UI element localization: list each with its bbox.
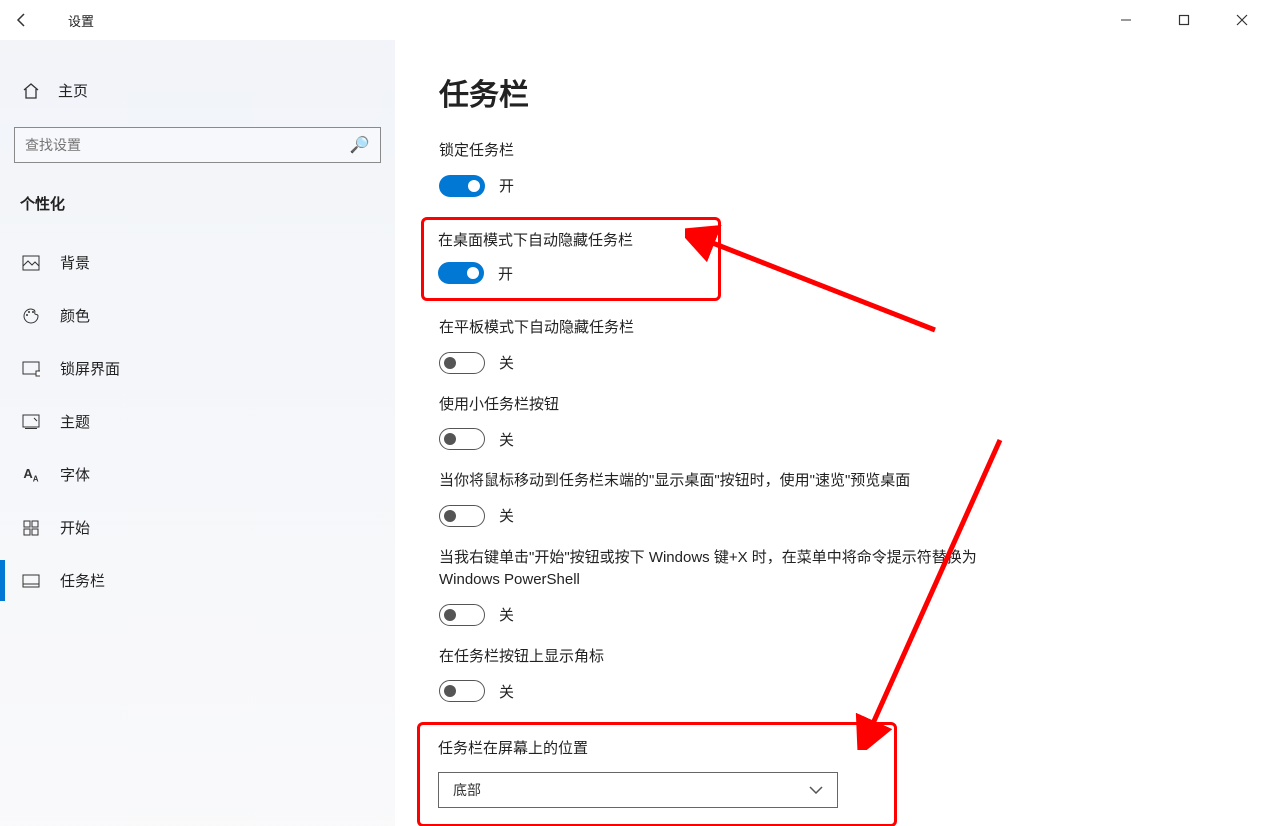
highlight-autohide: 在桌面模式下自动隐藏任务栏 开 <box>421 217 721 302</box>
setting-label: 在平板模式下自动隐藏任务栏 <box>439 317 999 340</box>
select-value: 底部 <box>453 780 481 800</box>
palette-icon <box>22 307 40 325</box>
sidebar-item-label: 开始 <box>60 517 90 538</box>
setting-label: 在任务栏按钮上显示角标 <box>439 646 999 669</box>
sidebar: 主页 🔍 个性化 背景 颜色 锁屏界面 主题 <box>0 40 395 826</box>
minimize-button[interactable] <box>1097 0 1155 40</box>
chevron-down-icon <box>809 786 823 794</box>
back-button[interactable] <box>12 10 32 30</box>
setting-autohide-tablet: 在平板模式下自动隐藏任务栏 关 <box>439 317 1227 374</box>
toggle-badges[interactable] <box>439 680 485 702</box>
sidebar-item-lockscreen[interactable]: 锁屏界面 <box>14 342 381 395</box>
home-link[interactable]: 主页 <box>14 40 381 121</box>
sidebar-item-colors[interactable]: 颜色 <box>14 289 381 342</box>
sidebar-item-background[interactable]: 背景 <box>14 236 381 289</box>
toggle-state: 关 <box>499 352 514 373</box>
toggle-powershell[interactable] <box>439 604 485 626</box>
setting-label: 在桌面模式下自动隐藏任务栏 <box>438 230 704 253</box>
taskbar-icon <box>22 574 40 588</box>
search-input[interactable] <box>25 137 350 153</box>
setting-small-buttons: 使用小任务栏按钮 关 <box>439 394 1227 451</box>
toggle-state: 关 <box>499 429 514 450</box>
sidebar-item-label: 主题 <box>60 411 90 432</box>
sidebar-item-label: 字体 <box>60 464 90 485</box>
maximize-button[interactable] <box>1155 0 1213 40</box>
toggle-small-buttons[interactable] <box>439 428 485 450</box>
taskbar-position-select[interactable]: 底部 <box>438 772 838 808</box>
lockscreen-icon <box>22 361 40 377</box>
toggle-state: 开 <box>498 263 513 284</box>
setting-powershell: 当我右键单击"开始"按钮或按下 Windows 键+X 时，在菜单中将命令提示符… <box>439 547 1227 626</box>
toggle-state: 关 <box>499 505 514 526</box>
setting-label: 当你将鼠标移动到任务栏末端的"显示桌面"按钮时，使用"速览"预览桌面 <box>439 470 999 493</box>
toggle-peek[interactable] <box>439 505 485 527</box>
sidebar-item-themes[interactable]: 主题 <box>14 395 381 448</box>
start-icon <box>22 520 40 536</box>
home-icon <box>22 82 40 100</box>
sidebar-item-label: 颜色 <box>60 305 90 326</box>
section-heading: 任务栏在屏幕上的位置 <box>438 737 876 758</box>
setting-label: 当我右键单击"开始"按钮或按下 Windows 键+X 时，在菜单中将命令提示符… <box>439 547 999 592</box>
sidebar-item-taskbar[interactable]: 任务栏 <box>14 554 381 607</box>
nav-list: 背景 颜色 锁屏界面 主题 AA 字体 开始 <box>14 236 381 607</box>
toggle-autohide-desktop[interactable] <box>438 262 484 284</box>
setting-label: 使用小任务栏按钮 <box>439 394 999 417</box>
page-title: 任务栏 <box>439 70 1227 114</box>
theme-icon <box>22 414 40 430</box>
setting-label: 锁定任务栏 <box>439 140 999 163</box>
font-icon: AA <box>22 466 40 484</box>
setting-badges: 在任务栏按钮上显示角标 关 <box>439 646 1227 703</box>
image-icon <box>22 255 40 271</box>
sidebar-item-start[interactable]: 开始 <box>14 501 381 554</box>
titlebar: 设置 <box>0 0 1271 40</box>
sidebar-item-label: 任务栏 <box>60 570 105 591</box>
toggle-state: 关 <box>499 681 514 702</box>
category-title: 个性化 <box>14 187 381 236</box>
sidebar-item-fonts[interactable]: AA 字体 <box>14 448 381 501</box>
setting-peek: 当你将鼠标移动到任务栏末端的"显示桌面"按钮时，使用"速览"预览桌面 关 <box>439 470 1227 527</box>
setting-lock-taskbar: 锁定任务栏 开 <box>439 140 1227 197</box>
sidebar-item-label: 背景 <box>60 252 90 273</box>
search-icon: 🔍 <box>350 135 370 155</box>
window-title: 设置 <box>68 11 94 30</box>
close-button[interactable] <box>1213 0 1271 40</box>
home-label: 主页 <box>58 80 88 101</box>
toggle-state: 关 <box>499 604 514 625</box>
sidebar-item-label: 锁屏界面 <box>60 358 120 379</box>
content-area: 任务栏 锁定任务栏 开 在桌面模式下自动隐藏任务栏 开 在平板模式下自动隐藏任务… <box>395 40 1271 826</box>
toggle-lock-taskbar[interactable] <box>439 175 485 197</box>
highlight-position: 任务栏在屏幕上的位置 底部 <box>417 722 897 826</box>
toggle-state: 开 <box>499 175 514 196</box>
toggle-autohide-tablet[interactable] <box>439 352 485 374</box>
search-box[interactable]: 🔍 <box>14 127 381 163</box>
